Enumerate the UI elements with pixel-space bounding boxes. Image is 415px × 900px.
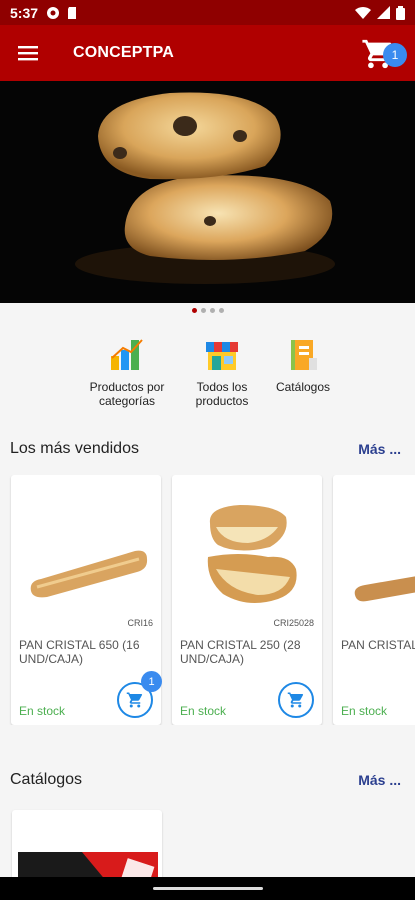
stock-status: En stock xyxy=(341,704,388,718)
shortcut-row: Productos por categorías Todos los produ… xyxy=(0,338,415,413)
product-card[interactable]: CRI16 PAN CRISTAL 650 (16 UND/CAJA) En s… xyxy=(11,475,162,725)
product-name: PAN CRISTAL 650 (16 UND/CAJA) xyxy=(19,638,140,666)
wifi-icon xyxy=(355,6,371,19)
best-sellers-list[interactable]: CRI16 PAN CRISTAL 650 (16 UND/CAJA) En s… xyxy=(0,475,415,725)
catalogs-header: Catálogos Más ... xyxy=(10,771,405,789)
shortcut-label: productos xyxy=(195,394,249,408)
add-to-cart-button[interactable] xyxy=(278,682,314,718)
product-image xyxy=(207,505,297,603)
product-code: CRI25028 xyxy=(273,618,314,628)
hero-banner-image[interactable] xyxy=(0,81,415,303)
cart-button[interactable]: 1 xyxy=(361,33,407,73)
store-icon xyxy=(206,342,238,370)
battery-icon xyxy=(396,5,405,20)
shortcut-all-products[interactable]: Todos los productos xyxy=(181,338,263,408)
product-image xyxy=(354,576,415,602)
product-image xyxy=(30,550,148,598)
cart-icon xyxy=(287,692,304,708)
section-title: Los más vendidos xyxy=(10,440,139,457)
app-bar: CONCEPTPA 1 xyxy=(0,25,415,81)
home-gesture-handle[interactable] xyxy=(152,887,263,890)
status-time: 5:37 xyxy=(10,4,39,21)
system-nav-bar xyxy=(0,877,415,900)
catalogs-more-link[interactable]: Más ... xyxy=(358,772,405,788)
hamburger-icon xyxy=(18,46,38,61)
best-sellers-header: Los más vendidos Más ... xyxy=(10,440,405,458)
cart-icon xyxy=(126,692,143,708)
product-card[interactable]: PAN CRISTAL CJ) En stock xyxy=(333,475,415,725)
carousel-dots xyxy=(0,308,415,313)
best-sellers-more-link[interactable]: Más ... xyxy=(358,441,405,457)
shortcut-catalogs[interactable]: Catálogos xyxy=(270,338,336,394)
catalog-icon xyxy=(291,340,317,370)
app-title: CONCEPTPA xyxy=(73,44,175,61)
shortcut-label: Todos los xyxy=(196,380,248,394)
product-name: PAN CRISTAL 250 (28 UND/CAJA) xyxy=(180,638,301,666)
shortcut-label: Productos por xyxy=(89,380,165,394)
menu-button[interactable] xyxy=(0,25,56,81)
shortcut-products-by-category[interactable]: Productos por categorías xyxy=(83,338,171,408)
chart-icon xyxy=(111,339,143,370)
product-card[interactable]: CRI25028 PAN CRISTAL 250 (28 UND/CAJA) E… xyxy=(172,475,322,725)
sd-card-icon xyxy=(68,6,77,19)
settings-status-icon xyxy=(47,6,60,19)
carousel-dot-3[interactable] xyxy=(209,308,215,313)
shortcut-label: Catálogos xyxy=(275,380,331,394)
stock-status: En stock xyxy=(180,704,227,718)
cart-qty-badge: 1 xyxy=(141,671,162,692)
product-name: PAN CRISTAL CJ) xyxy=(341,638,415,652)
shortcut-label: categorías xyxy=(98,394,156,408)
bread-photo xyxy=(75,92,335,284)
signal-icon xyxy=(377,6,390,19)
product-code: CRI16 xyxy=(127,618,153,628)
stock-status: En stock xyxy=(19,704,66,718)
status-bar: 5:37 xyxy=(0,0,415,25)
carousel-dot-4[interactable] xyxy=(218,308,224,313)
cart-count-badge: 1 xyxy=(383,43,407,67)
section-title: Catálogos xyxy=(10,771,83,788)
carousel-dot-2[interactable] xyxy=(200,308,206,313)
carousel-dot-1[interactable] xyxy=(191,308,197,313)
